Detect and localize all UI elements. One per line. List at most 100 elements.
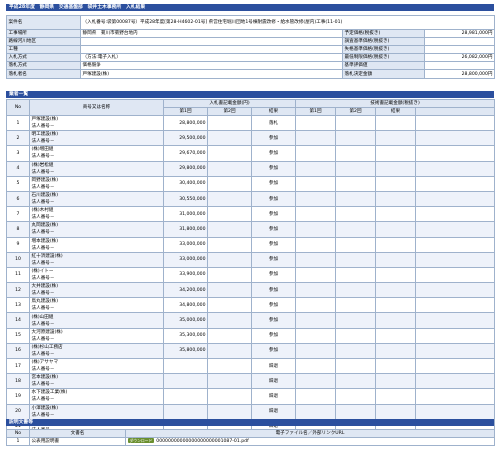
doc-no: 1 xyxy=(6,437,30,446)
info-value: （入札番号:袋第00087号）平成28年度[第28-H4602-01号] 県営住… xyxy=(80,15,495,30)
bid-round1: 30,400,000 xyxy=(163,175,208,192)
table-row: 17 (株)アサヤマ 法人番号－ 辞退 xyxy=(6,357,496,375)
row-no: 7 xyxy=(6,206,30,223)
tech-result xyxy=(375,190,416,208)
bid-round2 xyxy=(207,357,252,375)
col-tech-round1: 第1回 xyxy=(295,107,336,116)
tech-round1 xyxy=(295,266,336,284)
company-name: 宮本建設(株) xyxy=(31,375,59,381)
company-cell: (株)イトー 法人番号－ xyxy=(29,266,164,284)
info-value: 静岡県 菊川市菊野台地内 xyxy=(80,28,343,39)
docs-col-name: 文書名 xyxy=(29,429,126,438)
list-title: 業者一覧 xyxy=(6,91,494,98)
tech-round2 xyxy=(335,190,376,208)
page: 平成28年度 静岡県 交通基盤部 袋井土木事務所 入札結果 案件名 （入札番号:… xyxy=(0,0,500,458)
bid-result: 辞退 xyxy=(251,373,296,390)
company-name: 大河原建設(株) xyxy=(31,329,63,335)
bid-round2 xyxy=(207,373,252,390)
corporate-number: 法人番号－ xyxy=(31,200,55,206)
bid-round2 xyxy=(207,403,252,420)
bid-round2 xyxy=(207,130,252,147)
info-value xyxy=(424,45,495,55)
tech-extra xyxy=(414,357,496,375)
tech-round2 xyxy=(335,206,376,223)
download-button[interactable]: ダウンロード xyxy=(127,438,155,443)
tech-round2 xyxy=(335,373,376,390)
tech-round1 xyxy=(295,206,336,223)
tech-round2 xyxy=(335,160,376,177)
doc-file-link[interactable]: 00000000000000000000001087-01.pdf xyxy=(156,439,248,444)
tech-round2 xyxy=(335,388,376,405)
bid-round2 xyxy=(207,327,252,344)
info-value: 戸塚建設(株) xyxy=(80,69,343,79)
row-no: 5 xyxy=(6,175,30,192)
docs-title: 説明文書等 xyxy=(6,419,494,426)
bid-result: 参加 xyxy=(251,206,296,223)
company-name: (株)増田組 xyxy=(31,147,54,153)
info-value xyxy=(80,37,343,47)
bidders-table: No 商号又は名称 入札書記載金額(円) 技術書記載金額(税抜き) 第1回 第2… xyxy=(6,99,496,435)
tech-extra xyxy=(414,297,496,314)
bid-result: 参加 xyxy=(251,342,296,360)
table-row: 8 丸岡建設(株) 法人番号－ 31,800,000 参加 xyxy=(6,221,496,238)
doc-row: 1 公表用説明書 ダウンロード 0000000000000000000000108… xyxy=(6,437,495,446)
info-label: 基準評価値 xyxy=(342,61,425,71)
bid-round1: 29,500,000 xyxy=(163,130,208,147)
row-no: 8 xyxy=(6,221,30,238)
doc-file-cell: ダウンロード 00000000000000000000001087-01.pdf xyxy=(125,437,495,446)
tech-extra xyxy=(414,342,496,360)
company-name: 増本建設(株) xyxy=(31,238,59,244)
table-row: 7 (株)木村組 法人番号－ 31,000,000 参加 xyxy=(6,206,496,223)
tech-round2 xyxy=(335,221,376,238)
tech-round1 xyxy=(295,145,336,162)
tech-round1 xyxy=(295,312,336,329)
tech-extra xyxy=(414,251,496,268)
row-no: 4 xyxy=(6,160,30,177)
company-cell: (株)アサヤマ 法人番号－ xyxy=(29,357,164,375)
table-row: 19 水下建設工業(株) 法人番号－ 辞退 xyxy=(6,388,496,405)
col-name: 商号又は名称 xyxy=(29,99,164,116)
table-row: 14 (株)山田組 法人番号－ 35,000,000 参加 xyxy=(6,312,496,329)
tech-round2 xyxy=(335,266,376,284)
tech-round1 xyxy=(295,388,336,405)
tech-round1 xyxy=(295,114,336,132)
info-row: 案件名 （入札番号:袋第00087号）平成28年度[第28-H4602-01号]… xyxy=(6,15,495,30)
tech-extra xyxy=(414,206,496,223)
info-value: 26,082,000円 xyxy=(424,53,495,63)
docs-col-file: 電子ファイル名／外部リンクURL xyxy=(125,429,495,438)
tech-round2 xyxy=(335,342,376,360)
company-cell: 丸岡建設(株) 法人番号－ xyxy=(29,221,164,238)
tech-result xyxy=(375,357,416,375)
row-no: 13 xyxy=(6,297,30,314)
tech-round1 xyxy=(295,130,336,147)
info-label: 入札方式 xyxy=(6,53,81,63)
tech-result xyxy=(375,266,416,284)
bid-round1: 33,000,000 xyxy=(163,236,208,253)
bid-result: 参加 xyxy=(251,130,296,147)
bid-round1: 30,550,000 xyxy=(163,190,208,208)
docs-table: No 文書名 電子ファイル名／外部リンクURL 1 公表用説明書 ダウンロード 0… xyxy=(6,429,495,446)
company-cell: (株)木村組 法人番号－ xyxy=(29,206,164,223)
corporate-number: 法人番号－ xyxy=(31,230,55,236)
tech-round1 xyxy=(295,297,336,314)
company-cell: 石川建設(株) 法人番号－ xyxy=(29,190,164,208)
company-cell: (株)増田組 法人番号－ xyxy=(29,145,164,162)
corporate-number: 法人番号－ xyxy=(31,382,55,388)
bid-round1: 31,800,000 xyxy=(163,221,208,238)
info-label: 最低制限価格(税抜き) xyxy=(342,53,425,63)
tech-round1 xyxy=(295,342,336,360)
docs-col-no: No xyxy=(6,429,30,438)
company-name: 大井建設(株) xyxy=(31,284,59,290)
tech-round1 xyxy=(295,403,336,420)
tech-result xyxy=(375,236,416,253)
info-row: 工事場所 静岡県 菊川市菊野台地内 予定価格(税抜き) 28,981,000円 xyxy=(6,28,495,39)
company-cell: 大河原建設(株) 法人番号－ xyxy=(29,327,164,344)
info-value xyxy=(80,45,343,55)
corporate-number: 法人番号－ xyxy=(31,154,55,160)
company-cell: 戸塚建設(株) 法人番号－ xyxy=(29,114,164,132)
bid-round1: 29,670,000 xyxy=(163,145,208,162)
row-no: 2 xyxy=(6,130,30,147)
bid-result: 参加 xyxy=(251,251,296,268)
corporate-number: 法人番号－ xyxy=(31,124,55,130)
info-label: 予定価格(税抜き) xyxy=(342,28,425,39)
